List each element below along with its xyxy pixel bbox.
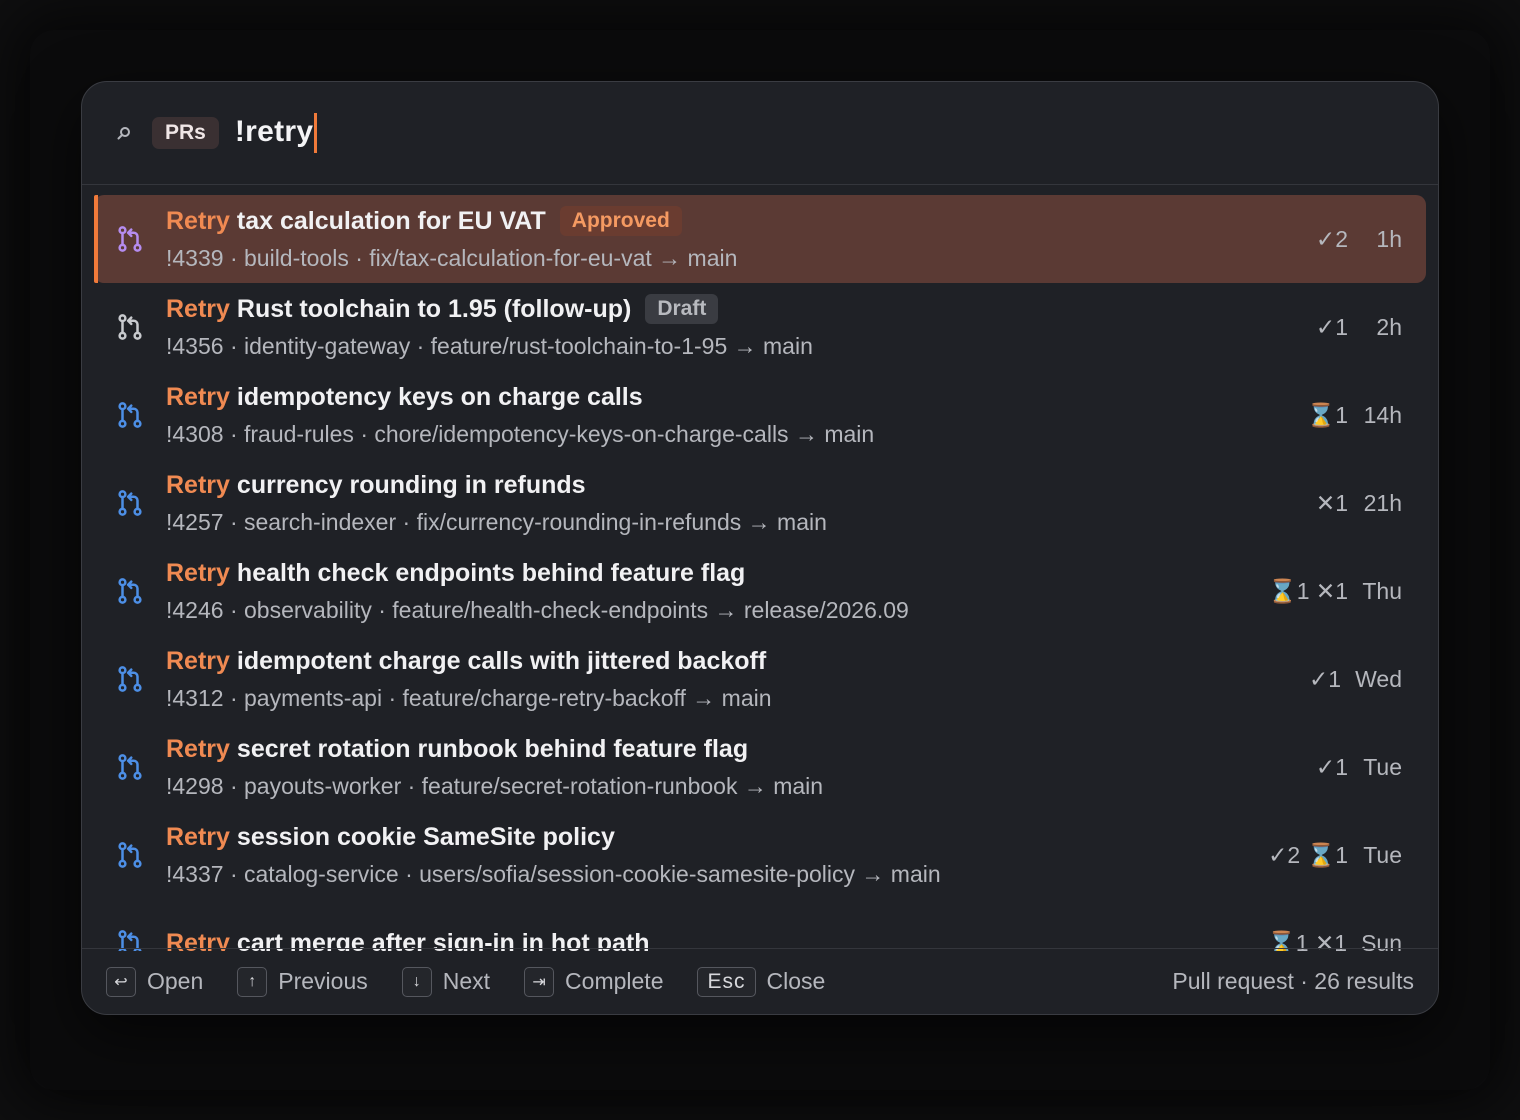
updated-age: 14h — [1363, 401, 1402, 428]
title-text: idempotency keys on charge calls — [236, 382, 643, 411]
match-keyword: Retry — [166, 558, 230, 587]
result-meta: !4298 · payouts-worker · feature/secret-… — [166, 772, 824, 799]
result-title: Retry currency rounding in refunds — [166, 471, 1316, 500]
result-row[interactable]: Retry idempotent charge calls with jitter… — [94, 635, 1426, 723]
search-bar[interactable]: PRs !retry — [82, 82, 1438, 185]
updated-age: Tue — [1363, 753, 1402, 780]
result-row[interactable]: Retry Rust toolchain to 1.95 (follow-up) D… — [94, 283, 1426, 371]
pull-request-icon — [94, 488, 166, 518]
result-meta: !4308 · fraud-rules · chore/idempotency-… — [166, 420, 875, 447]
status-badge: Draft — [645, 294, 719, 324]
review-status: ✓2 ⌛1 — [1268, 841, 1348, 868]
match-keyword: Retry — [166, 822, 230, 851]
keyboard-hints: ↩ Open ↑ Previous ↓ Next ⇥ Complete Esc Close — [106, 966, 859, 997]
result-title: Retry session cookie SameSite policy — [166, 823, 1268, 852]
updated-age: 2h — [1376, 313, 1402, 340]
title-text: Rust toolchain to 1.95 (follow-up) — [236, 294, 632, 323]
updated-age: 21h — [1363, 489, 1402, 516]
pull-request-icon — [94, 840, 166, 870]
title-text: tax calculation for EU VAT — [236, 206, 546, 235]
results-list[interactable]: Retry tax calculation for EU VAT Approved!… — [82, 185, 1438, 951]
search-input[interactable]: !retry — [235, 113, 318, 153]
hint-label: Previous — [278, 968, 368, 994]
hint-label: Open — [147, 968, 204, 994]
result-row[interactable]: Retry currency rounding in refunds !4257 ·… — [94, 459, 1426, 547]
match-keyword: Retry — [166, 294, 230, 323]
result-meta: !4337 · catalog-service · users/sofia/se… — [166, 860, 941, 887]
key-cap: ↓ — [401, 966, 432, 997]
result-row[interactable]: Retry secret rotation runbook behind feat… — [94, 723, 1426, 811]
review-status: ✕1 — [1315, 489, 1348, 516]
review-status: ✓1 — [1315, 313, 1348, 340]
match-keyword: Retry — [166, 206, 230, 235]
search-icon — [116, 125, 136, 141]
hint-open: ↩ Open — [106, 966, 204, 997]
review-status: ✓1 — [1315, 753, 1348, 780]
updated-age: Tue — [1363, 841, 1402, 868]
title-text: session cookie SameSite policy — [236, 822, 615, 851]
pull-request-icon — [94, 224, 166, 254]
pull-request-icon — [94, 312, 166, 342]
review-status: ✓1 — [1309, 665, 1342, 692]
pull-request-icon — [94, 664, 166, 694]
pull-request-icon — [94, 400, 166, 430]
updated-age: 1h — [1376, 225, 1402, 252]
hint-label: Next — [442, 968, 491, 994]
review-status: ⌛1 ✕1 — [1268, 577, 1348, 604]
title-text: currency rounding in refunds — [236, 470, 586, 499]
result-meta: !4339 · build-tools · fix/tax-calculatio… — [166, 245, 738, 271]
result-row[interactable]: Retry cart merge after sign-in in hot pat… — [94, 899, 1426, 951]
pull-request-icon — [94, 752, 166, 782]
updated-age: Wed — [1355, 665, 1402, 692]
match-keyword: Retry — [166, 382, 230, 411]
result-row[interactable]: Retry idempotency keys on charge calls !43… — [94, 371, 1426, 459]
hint-complete: ⇥ Complete — [524, 966, 664, 997]
key-cap: ⇥ — [524, 966, 555, 997]
key-cap: Esc — [697, 966, 756, 997]
result-title: Retry Rust toolchain to 1.95 (follow-up) D… — [166, 294, 1316, 324]
title-text: idempotent charge calls with jittered ba… — [236, 646, 767, 675]
result-title: Retry health check endpoints behind featu… — [166, 559, 1268, 588]
match-keyword: Retry — [166, 470, 230, 499]
key-cap: ↩ — [106, 966, 136, 997]
result-row[interactable]: Retry session cookie SameSite policy !4337… — [94, 811, 1426, 899]
updated-age: Thu — [1362, 577, 1402, 604]
key-cap: ↑ — [237, 966, 268, 997]
result-title: Retry idempotent charge calls with jitter… — [166, 647, 1309, 676]
hint-next: ↓ Next — [401, 966, 491, 997]
result-title: Retry tax calculation for EU VAT Approved — [166, 206, 1316, 236]
result-row[interactable]: Retry tax calculation for EU VAT Approved!… — [94, 195, 1426, 283]
results-status: Pull request · 26 results — [1172, 968, 1414, 994]
review-status: ✓2 — [1315, 225, 1348, 252]
pull-request-icon — [94, 576, 166, 606]
status-badge: Approved — [559, 206, 682, 236]
result-meta: !4312 · payments-api · feature/charge-re… — [166, 684, 772, 711]
hint-label: Close — [766, 968, 826, 994]
match-keyword: Retry — [166, 734, 230, 763]
match-keyword: Retry — [166, 646, 230, 675]
result-title: Retry secret rotation runbook behind feat… — [166, 735, 1316, 764]
result-meta: !4257 · search-indexer · fix/currency-ro… — [166, 508, 827, 535]
result-title: Retry idempotency keys on charge calls — [166, 383, 1307, 412]
hint-label: Complete — [565, 968, 664, 994]
review-status: ⌛1 — [1306, 401, 1348, 428]
result-meta: !4246 · observability · feature/health-c… — [166, 596, 909, 623]
command-palette: PRs !retry Retry tax calculation for EU V… — [81, 81, 1439, 1015]
title-text: secret rotation runbook behind feature f… — [236, 734, 749, 763]
text-caret — [314, 113, 318, 153]
scope-chip[interactable]: PRs — [152, 117, 219, 149]
hint-close: Esc Close — [697, 966, 826, 997]
hint-previous: ↑ Previous — [237, 966, 368, 997]
title-text: health check endpoints behind feature fl… — [236, 558, 746, 587]
result-meta: !4356 · identity-gateway · feature/rust-… — [166, 333, 813, 359]
footer-bar: ↩ Open ↑ Previous ↓ Next ⇥ Complete Esc Close Pul… — [82, 948, 1438, 1014]
result-row[interactable]: Retry health check endpoints behind featu… — [94, 547, 1426, 635]
